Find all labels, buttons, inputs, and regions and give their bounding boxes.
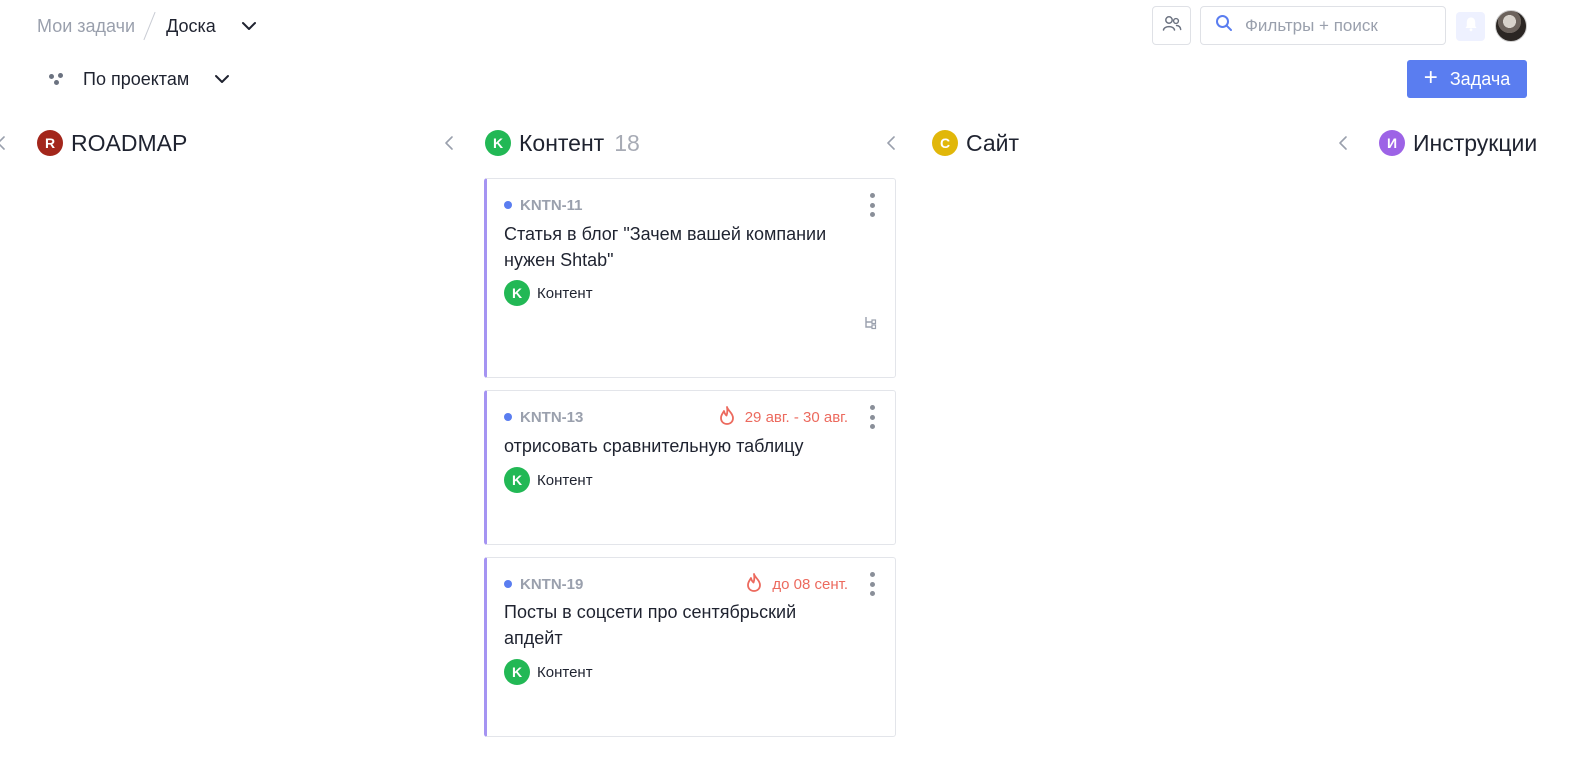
task-title: отрисовать сравнительную таблицу: [504, 436, 804, 456]
due-date-text: до 08 сент.: [772, 575, 848, 593]
column-header-roadmap: R ROADMAP: [37, 127, 187, 159]
due-date: 29 авг. - 30 авг.: [719, 405, 848, 429]
add-task-label: Задача: [1449, 68, 1511, 89]
column-title: Инструкции: [1413, 129, 1538, 156]
project-badge: R: [37, 130, 63, 156]
project-badge: И: [1379, 130, 1405, 156]
user-avatar[interactable]: [1495, 10, 1527, 42]
plus-icon: +: [1423, 64, 1438, 91]
task-card[interactable]: KNTN-13 29 авг. - 30 авг. отрисовать сра…: [484, 390, 896, 545]
collapse-column-chevron-left-icon[interactable]: [884, 134, 898, 152]
collapse-column-chevron-left-icon[interactable]: [0, 134, 8, 152]
column-header-instructions: И Инструкции: [1379, 127, 1537, 159]
task-title: Статья в блог "Зачем вашей компании нуже…: [504, 224, 827, 270]
task-project-label: Контент: [537, 284, 593, 302]
task-project: K Контент: [504, 280, 593, 306]
board-switch-chevron-down-icon[interactable]: [240, 17, 258, 35]
breadcrumb-separator: [143, 11, 156, 41]
task-key: KNTN-13: [520, 408, 584, 426]
subtasks-icon: [863, 316, 877, 335]
search-input[interactable]: [1245, 15, 1445, 36]
group-by-selector[interactable]: По проектам: [48, 64, 231, 94]
status-dot: [504, 201, 512, 209]
due-date-text: 29 авг. - 30 авг.: [744, 408, 848, 426]
task-project: K Контент: [504, 467, 593, 493]
members-button[interactable]: [1152, 6, 1191, 45]
task-project: K Контент: [504, 659, 593, 685]
notifications-button[interactable]: [1456, 12, 1485, 41]
collapse-column-chevron-left-icon[interactable]: [1336, 134, 1350, 152]
fire-icon: [746, 572, 772, 596]
status-dot: [504, 413, 512, 421]
task-menu-more-icon[interactable]: [869, 405, 875, 429]
task-menu-more-icon[interactable]: [869, 193, 875, 217]
status-dot: [504, 580, 512, 588]
column-title: Сайт: [966, 129, 1020, 156]
column-task-count: 18: [614, 129, 640, 156]
project-badge: K: [504, 467, 530, 493]
project-badge: K: [485, 130, 511, 156]
project-badge: K: [504, 659, 530, 685]
breadcrumb: Мои задачи Доска: [37, 11, 258, 41]
task-menu-more-icon[interactable]: [869, 572, 875, 596]
task-card[interactable]: KNTN-11 Статья в блог "Зачем вашей компа…: [484, 178, 896, 378]
chevron-down-icon: [213, 70, 231, 88]
task-key: KNTN-19: [520, 575, 584, 593]
add-task-button[interactable]: + Задача: [1407, 60, 1527, 98]
column-header-site: C Сайт: [932, 127, 1019, 159]
column-title: Контент: [519, 129, 605, 156]
breadcrumb-my-tasks-link[interactable]: Мои задачи: [37, 16, 135, 37]
task-card[interactable]: KNTN-19 до 08 сент. Посты в соцсети про …: [484, 557, 896, 737]
task-project-label: Контент: [537, 663, 593, 681]
task-key: KNTN-11: [520, 196, 583, 214]
collapse-column-chevron-left-icon[interactable]: [442, 134, 456, 152]
users-icon: [1162, 14, 1182, 37]
due-date: до 08 сент.: [746, 572, 848, 596]
fire-icon: [719, 405, 745, 429]
project-badge: K: [504, 280, 530, 306]
search-icon: [1215, 14, 1233, 37]
bell-icon: [1464, 16, 1478, 37]
group-by-label: По проектам: [83, 68, 190, 89]
projects-dots-icon: [48, 72, 68, 86]
project-badge: C: [932, 130, 958, 156]
column-title: ROADMAP: [71, 129, 188, 156]
breadcrumb-current-board: Доска: [166, 15, 216, 36]
task-title: Посты в соцсети про сентябрьский апдейт: [504, 602, 797, 648]
column-header-content: K Контент 18: [485, 127, 640, 159]
task-project-label: Контент: [537, 471, 593, 489]
search-filter-box[interactable]: [1200, 6, 1446, 45]
